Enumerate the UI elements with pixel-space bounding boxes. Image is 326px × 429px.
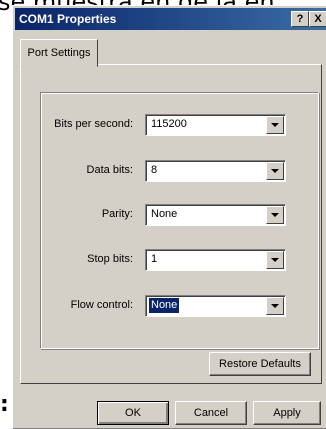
restore-defaults-button[interactable]: Restore Defaults	[209, 352, 311, 376]
parity-label: Parity:	[101, 208, 133, 220]
tab-port-settings[interactable]: Port Settings	[20, 39, 98, 67]
chevron-down-icon[interactable]	[266, 116, 284, 134]
ok-button[interactable]: OK	[97, 401, 169, 425]
stop-bits-label: Stop bits:	[87, 253, 133, 265]
cancel-button[interactable]: Cancel	[175, 401, 247, 425]
stop-bits-value: 1	[151, 253, 158, 265]
bits-per-second-label: Bits per second:	[54, 118, 133, 130]
data-bits-value: 8	[151, 164, 158, 176]
bits-per-second-dropdown[interactable]: 115200	[145, 114, 286, 136]
com1-properties-dialog: COM1 Properties ? X Port Settings Bits p…	[12, 5, 326, 429]
apply-button[interactable]: Apply	[253, 401, 321, 425]
parity-value: None	[151, 208, 178, 220]
parity-dropdown[interactable]: None	[145, 204, 286, 226]
bits-per-second-value: 115200	[151, 118, 187, 130]
data-bits-label: Data bits:	[86, 164, 133, 176]
flow-control-label: Flow control:	[70, 299, 133, 311]
flow-control-value: None	[147, 297, 181, 314]
chevron-down-icon[interactable]	[266, 297, 284, 315]
flow-control-dropdown[interactable]: None	[145, 295, 286, 317]
title-bar[interactable]: COM1 Properties ? X	[15, 8, 326, 30]
help-button[interactable]: ?	[291, 11, 309, 27]
data-bits-dropdown[interactable]: 8	[145, 160, 286, 182]
close-button[interactable]: X	[309, 11, 326, 27]
chevron-down-icon[interactable]	[266, 162, 284, 180]
stop-bits-dropdown[interactable]: 1	[145, 249, 286, 271]
background-colon: :	[0, 392, 9, 417]
chevron-down-icon[interactable]	[266, 251, 284, 269]
chevron-down-icon[interactable]	[266, 206, 284, 224]
window-title: COM1 Properties	[19, 12, 117, 26]
